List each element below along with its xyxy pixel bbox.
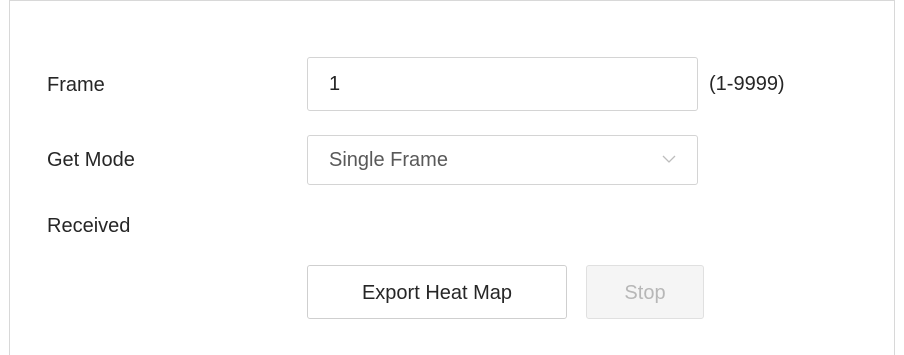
frame-label: Frame: [47, 74, 105, 96]
panel-top-border: [10, 0, 894, 1]
chevron-down-icon: [662, 155, 676, 163]
get-mode-selected-value: Single Frame: [329, 149, 448, 171]
frame-input[interactable]: [307, 57, 698, 111]
export-heat-map-button[interactable]: Export Heat Map: [307, 265, 567, 319]
heat-map-panel: Frame (1-9999) Get Mode Single Frame Rec…: [9, 0, 895, 355]
frame-range-hint: (1-9999): [709, 73, 785, 95]
get-mode-select[interactable]: Single Frame: [307, 135, 698, 185]
get-mode-label: Get Mode: [47, 149, 135, 171]
received-label: Received: [47, 215, 131, 237]
stop-button[interactable]: Stop: [586, 265, 704, 319]
